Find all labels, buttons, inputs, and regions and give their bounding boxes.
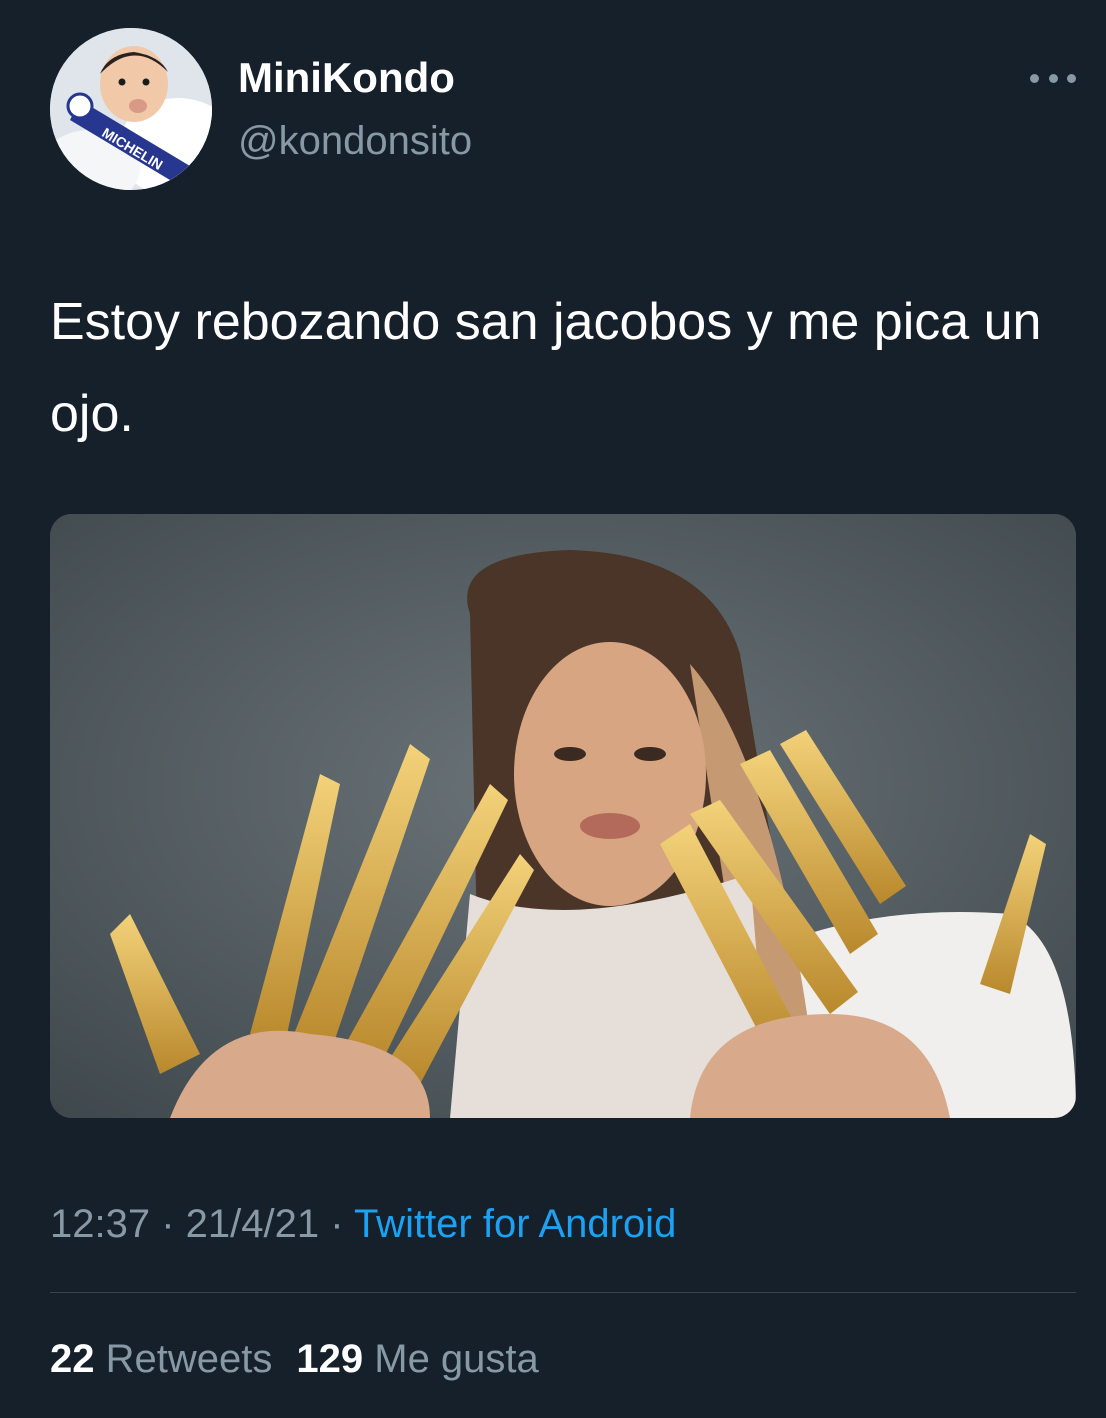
display-name[interactable]: MiniKondo: [238, 52, 455, 104]
user-handle[interactable]: @kondonsito: [238, 115, 472, 167]
meta-separator: ·: [319, 1202, 354, 1246]
dot-icon: [1030, 73, 1039, 83]
likes-count: 129: [296, 1337, 364, 1381]
tweet-text: Estoy rebozando san jacobos y me pica un…: [50, 293, 1042, 443]
divider: [50, 1292, 1076, 1293]
likes-label: Me gusta: [374, 1337, 539, 1381]
retweets-stat[interactable]: 22 Retweets: [50, 1337, 272, 1381]
tweet-stats: 22 Retweets 129 Me gusta: [50, 1333, 539, 1385]
dot-icon: [1067, 73, 1076, 83]
tweet-media-photo[interactable]: [50, 514, 1076, 1118]
tweet-date[interactable]: 21/4/21: [186, 1202, 319, 1246]
tweet-detail: MICHELIN MiniKondo @kondonsito Estoy reb…: [0, 0, 1106, 1418]
dot-icon: [1048, 73, 1058, 83]
retweets-count: 22: [50, 1337, 95, 1381]
avatar-image: MICHELIN: [50, 28, 212, 190]
avatar[interactable]: MICHELIN: [50, 28, 212, 190]
retweets-label: Retweets: [105, 1337, 273, 1381]
likes-stat[interactable]: 129 Me gusta: [296, 1337, 538, 1381]
meta-separator: ·: [150, 1202, 186, 1246]
tweet-time[interactable]: 12:37: [50, 1202, 150, 1246]
tweet-source-link[interactable]: Twitter for Android: [354, 1202, 676, 1246]
photo-illustration: [50, 514, 1076, 1118]
tweet-meta: 12:37 · 21/4/21 · Twitter for Android: [50, 1198, 676, 1250]
more-horizontal-icon[interactable]: [1030, 66, 1076, 90]
